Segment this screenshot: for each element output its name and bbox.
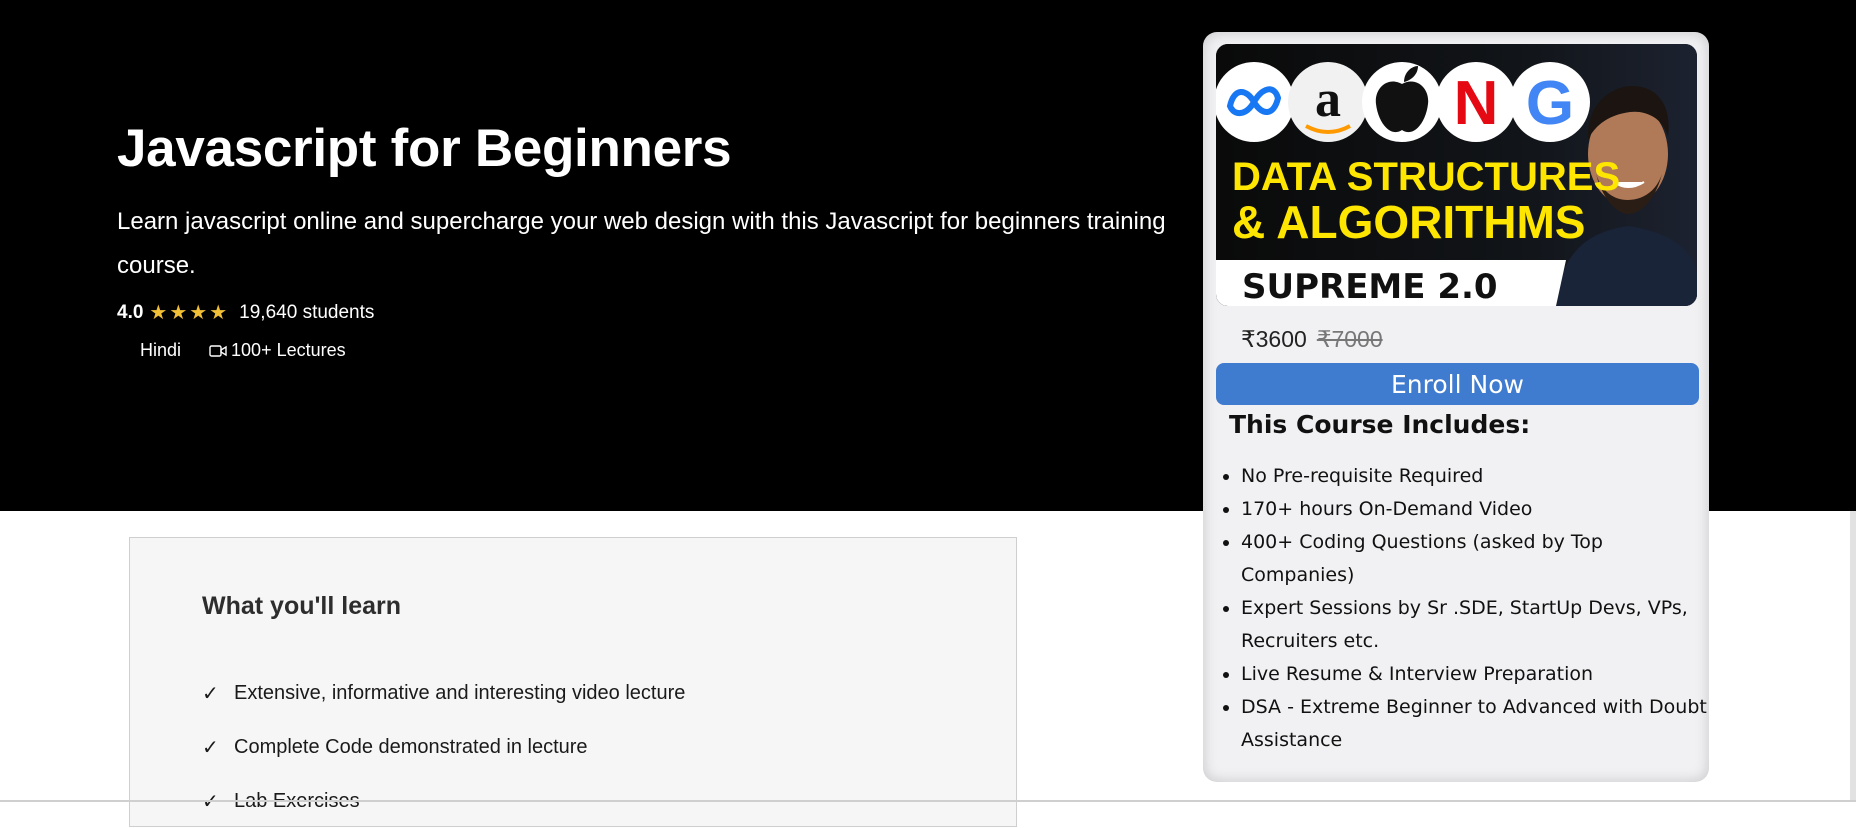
includes-item: 170+ hours On-Demand Video xyxy=(1241,493,1711,526)
video-icon xyxy=(209,344,227,358)
price-current: ₹3600 xyxy=(1241,326,1307,352)
star-icon: ★ xyxy=(149,302,168,324)
price-row: ₹3600 ₹7000 xyxy=(1241,326,1383,353)
enroll-now-button[interactable]: Enroll Now xyxy=(1216,363,1699,405)
thumbnail-line1: DATA STRUCTURES xyxy=(1232,155,1620,199)
learn-list: ✓ Extensive, informative and interesting… xyxy=(202,666,685,828)
check-icon: ✓ xyxy=(202,736,219,759)
netflix-icon: N xyxy=(1454,69,1499,138)
lecture-count: 100+ Lectures xyxy=(231,340,346,360)
course-purchase-card: a N G DATA STRUCTURES & ALGORITHMS SUPRE… xyxy=(1203,32,1709,782)
learn-item-text: Extensive, informative and interesting v… xyxy=(234,681,686,704)
learn-item: ✓ Extensive, informative and interesting… xyxy=(202,666,685,720)
students-count: 19,640 students xyxy=(239,302,375,323)
thumbnail-line3: SUPREME 2.0 xyxy=(1242,267,1498,306)
course-thumbnail-art: a N G DATA STRUCTURES & ALGORITHMS SUPRE… xyxy=(1216,44,1697,306)
course-language: Hindi xyxy=(140,340,182,360)
star-icon: ★ xyxy=(209,302,228,324)
includes-list: No Pre-requisite Required 170+ hours On-… xyxy=(1216,460,1711,757)
price-original: ₹7000 xyxy=(1316,326,1383,352)
what-you-learn-section: What you'll learn ✓ Extensive, informati… xyxy=(129,537,1017,827)
check-icon: ✓ xyxy=(202,682,219,705)
rating-value: 4.0 xyxy=(117,302,144,323)
rating-stars: ★ ★ ★ ★ xyxy=(149,303,227,323)
includes-item: No Pre-requisite Required xyxy=(1241,460,1711,493)
page-scrollbar[interactable] xyxy=(1850,511,1856,802)
learn-item: ✓ Complete Code demonstrated in lecture xyxy=(202,720,685,774)
includes-item: Expert Sessions by Sr .SDE, StartUp Devs… xyxy=(1241,592,1711,658)
includes-item: 400+ Coding Questions (asked by Top Comp… xyxy=(1241,526,1711,592)
course-title: Javascript for Beginners xyxy=(117,119,732,178)
star-icon: ★ xyxy=(189,302,208,324)
learn-title: What you'll learn xyxy=(202,592,402,620)
course-thumbnail[interactable]: a N G DATA STRUCTURES & ALGORITHMS SUPRE… xyxy=(1216,44,1697,306)
company-logos: a N G xyxy=(1216,62,1590,142)
star-icon: ★ xyxy=(169,302,188,324)
includes-item: DSA - Extreme Beginner to Advanced with … xyxy=(1241,691,1711,757)
thumbnail-line2: & ALGORITHMS xyxy=(1232,196,1586,248)
learn-item-text: Complete Code demonstrated in lecture xyxy=(234,735,588,758)
includes-title: This Course Includes: xyxy=(1229,410,1531,439)
course-meta: Hindi 100+ Lectures xyxy=(140,340,346,361)
rating-row: 4.0 ★ ★ ★ ★ 19,640 students xyxy=(117,302,374,324)
includes-item: Live Resume & Interview Preparation xyxy=(1241,658,1711,691)
course-subtitle: Learn javascript online and supercharge … xyxy=(117,208,1166,279)
svg-text:a: a xyxy=(1315,71,1341,128)
apple-icon xyxy=(1375,81,1429,133)
google-icon: G xyxy=(1526,69,1574,138)
